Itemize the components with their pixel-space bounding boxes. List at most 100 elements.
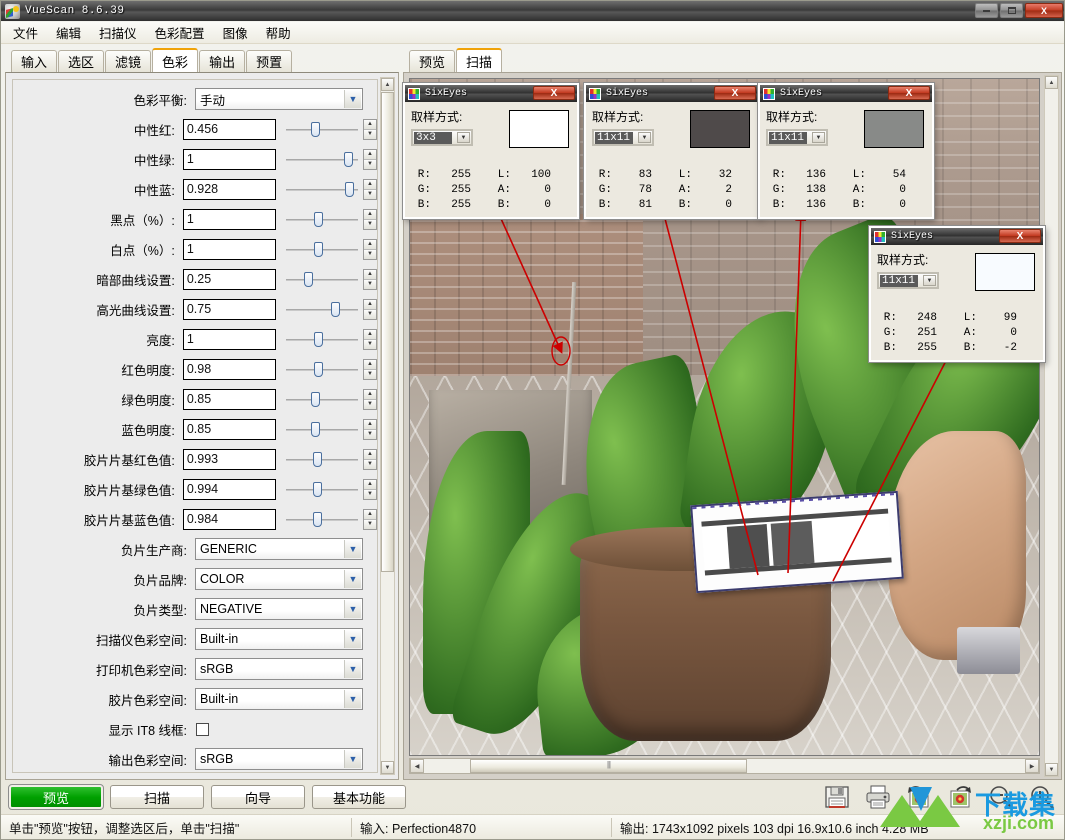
spinner-down-icon[interactable]: ▼ — [363, 159, 376, 169]
sixeyes-close-button[interactable]: X — [533, 86, 575, 100]
settings-spinner[interactable]: ▲ ▼ — [362, 238, 377, 260]
spinner-up-icon[interactable]: ▲ — [363, 209, 376, 220]
settings-number-field[interactable]: 0.75 — [182, 298, 277, 320]
settings-slider[interactable] — [286, 269, 359, 290]
preview-scroll-down-icon[interactable]: ▼ — [1045, 763, 1058, 776]
print-icon[interactable] — [864, 783, 892, 811]
slider-thumb[interactable] — [331, 301, 341, 317]
spinner-up-icon[interactable]: ▲ — [363, 419, 376, 430]
slider-thumb[interactable] — [311, 391, 321, 407]
settings-vertical-scrollbar[interactable]: ▲ ▼ — [380, 77, 395, 775]
chevron-down-icon[interactable]: ▼ — [638, 132, 651, 143]
tab-preview[interactable]: 预览 — [409, 50, 456, 72]
chevron-down-icon[interactable]: ▼ — [344, 630, 361, 648]
minimize-button[interactable] — [975, 3, 998, 18]
settings-slider[interactable] — [286, 449, 359, 470]
settings-spinner[interactable]: ▲ ▼ — [362, 448, 377, 470]
tab-input[interactable]: 输入 — [11, 50, 58, 72]
sample-mode-combo[interactable]: 11x11 ▼ — [592, 129, 654, 146]
sample-mode-combo[interactable]: 11x11 ▼ — [766, 129, 828, 146]
slider-thumb[interactable] — [314, 211, 324, 227]
settings-spinner[interactable]: ▲ ▼ — [362, 208, 377, 230]
sixeyes-window-1[interactable]: SixEyes X 取样方式: 3x3 ▼ R: 255 G: 255 B: 255 L: 100 A: 0… — [402, 82, 580, 220]
settings-spinner[interactable]: ▲ ▼ — [362, 118, 377, 140]
menu-item-help[interactable]: 帮助 — [264, 21, 293, 44]
spinner-down-icon[interactable]: ▼ — [363, 339, 376, 349]
sixeyes-window-2[interactable]: SixEyes X 取样方式: 11x11 ▼ R: 83 G: 78 B: 81 L: 32 A: 2 B:… — [583, 82, 761, 220]
rotate-left-icon[interactable] — [905, 783, 933, 811]
scroll-down-icon[interactable]: ▼ — [381, 761, 394, 774]
slider-thumb[interactable] — [313, 481, 323, 497]
settings-slider[interactable] — [286, 389, 359, 410]
save-icon[interactable] — [823, 783, 851, 811]
spinner-down-icon[interactable]: ▼ — [363, 219, 376, 229]
settings-combo[interactable]: COLOR ▼ — [195, 568, 363, 590]
slider-thumb[interactable] — [314, 361, 324, 377]
settings-number-field[interactable]: 1 — [182, 238, 277, 260]
spinner-down-icon[interactable]: ▼ — [363, 429, 376, 439]
slider-thumb[interactable] — [344, 151, 354, 167]
settings-slider[interactable] — [286, 179, 359, 200]
settings-number-field[interactable]: 0.984 — [182, 508, 277, 530]
slider-thumb[interactable] — [313, 511, 323, 527]
settings-number-field[interactable]: 1 — [182, 328, 277, 350]
settings-spinner[interactable]: ▲ ▼ — [362, 148, 377, 170]
settings-combo[interactable]: NEGATIVE ▼ — [195, 598, 363, 620]
settings-spinner[interactable]: ▲ ▼ — [362, 358, 377, 380]
sample-mode-combo[interactable]: 11x11 ▼ — [877, 272, 939, 289]
settings-slider[interactable] — [286, 149, 359, 170]
sixeyes-window-3[interactable]: SixEyes X 取样方式: 11x11 ▼ R: 136 G: 138 B: 136 L: 54 A:… — [757, 82, 935, 220]
settings-slider[interactable] — [286, 239, 359, 260]
chevron-down-icon[interactable]: ▼ — [812, 132, 825, 143]
chevron-down-icon[interactable]: ▼ — [923, 275, 936, 286]
settings-combo[interactable]: sRGB ▼ — [195, 658, 363, 680]
sixeyes-window-4[interactable]: SixEyes X 取样方式: 11x11 ▼ R: 248 G: 251 B: 255 L: 99 A:… — [868, 225, 1046, 363]
settings-spinner[interactable]: ▲ ▼ — [362, 508, 377, 530]
scroll-thumb[interactable] — [381, 92, 394, 572]
settings-combo[interactable]: Built-in ▼ — [195, 628, 363, 650]
chevron-down-icon[interactable]: ▼ — [344, 690, 361, 708]
settings-number-field[interactable]: 0.85 — [182, 388, 277, 410]
settings-spinner[interactable]: ▲ ▼ — [362, 388, 377, 410]
sample-mode-combo[interactable]: 3x3 ▼ — [411, 129, 473, 146]
close-button[interactable]: X — [1025, 3, 1063, 18]
settings-slider[interactable] — [286, 209, 359, 230]
spinner-up-icon[interactable]: ▲ — [363, 239, 376, 250]
spinner-down-icon[interactable]: ▼ — [363, 129, 376, 139]
tab-crop[interactable]: 选区 — [58, 50, 105, 72]
slider-thumb[interactable] — [311, 421, 321, 437]
chevron-down-icon[interactable]: ▼ — [344, 660, 361, 678]
settings-number-field[interactable]: 0.25 — [182, 268, 277, 290]
spinner-up-icon[interactable]: ▲ — [363, 179, 376, 190]
settings-slider[interactable] — [286, 479, 359, 500]
chevron-down-icon[interactable]: ▼ — [344, 600, 361, 618]
spinner-up-icon[interactable]: ▲ — [363, 359, 376, 370]
settings-spinner[interactable]: ▲ ▼ — [362, 328, 377, 350]
preview-vertical-scrollbar[interactable]: ▲ ▼ — [1044, 75, 1059, 777]
spinner-down-icon[interactable]: ▼ — [363, 369, 376, 379]
slider-thumb[interactable] — [313, 451, 323, 467]
settings-slider[interactable] — [286, 299, 359, 320]
slider-thumb[interactable] — [304, 271, 314, 287]
settings-slider[interactable] — [286, 329, 359, 350]
scroll-right-icon[interactable]: ▶ — [1025, 759, 1039, 773]
settings-spinner[interactable]: ▲ ▼ — [362, 178, 377, 200]
menu-item-image[interactable]: 图像 — [221, 21, 250, 44]
rotate-right-icon[interactable] — [946, 783, 974, 811]
preview-scroll-up-icon[interactable]: ▲ — [1045, 76, 1058, 89]
scroll-left-icon[interactable]: ◀ — [410, 759, 424, 773]
chevron-down-icon[interactable]: ▼ — [344, 570, 361, 588]
tab-scan[interactable]: 扫描 — [456, 48, 503, 72]
spinner-up-icon[interactable]: ▲ — [363, 119, 376, 130]
settings-slider[interactable] — [286, 359, 359, 380]
hscroll-thumb[interactable] — [470, 759, 747, 773]
spinner-up-icon[interactable]: ▲ — [363, 479, 376, 490]
spinner-down-icon[interactable]: ▼ — [363, 519, 376, 529]
tab-filter[interactable]: 滤镜 — [105, 50, 152, 72]
menu-item-edit[interactable]: 编辑 — [54, 21, 83, 44]
wizard-button[interactable]: 向导 — [211, 785, 305, 809]
slider-thumb[interactable] — [314, 331, 324, 347]
settings-spinner[interactable]: ▲ ▼ — [362, 298, 377, 320]
menu-item-scanner[interactable]: 扫描仪 — [97, 21, 139, 44]
settings-combo[interactable]: GENERIC ▼ — [195, 538, 363, 560]
